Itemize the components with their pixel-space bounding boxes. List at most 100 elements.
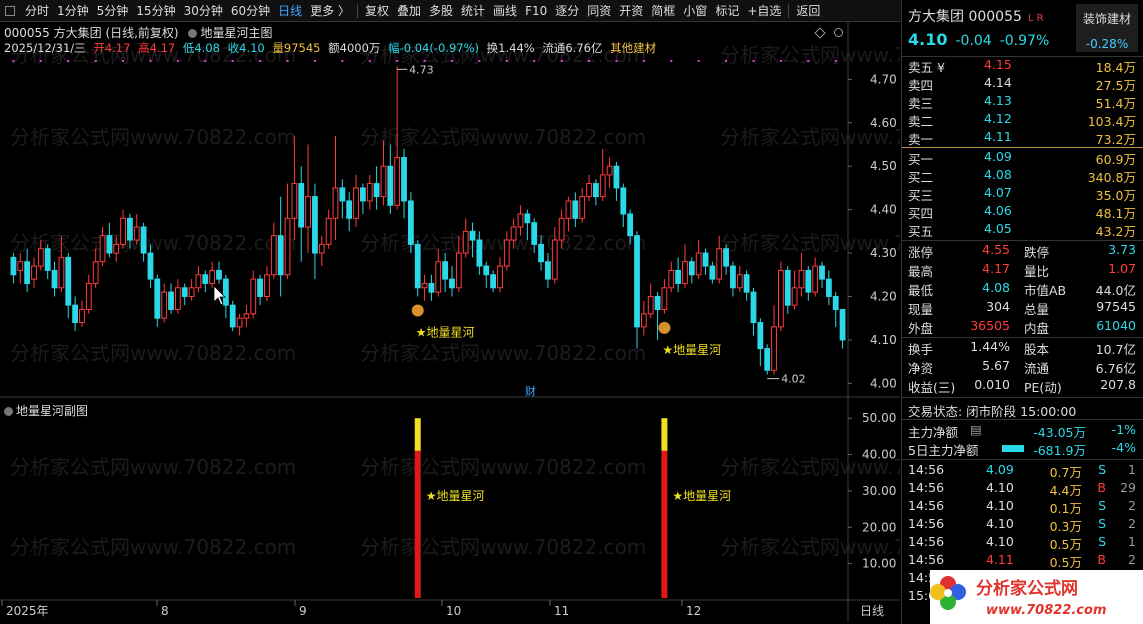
low-label: 4.02	[781, 373, 806, 386]
window-checkbox[interactable]	[5, 5, 15, 16]
y-tick-label: 4.00	[870, 376, 897, 390]
asks-row[interactable]: 卖五 ¥ 4.15 18.4万	[902, 57, 1143, 75]
divider	[902, 459, 1143, 460]
tick-row: 14:56 4.10 0.5万 S 1	[902, 534, 1143, 552]
chart-canvas[interactable]: 分析家公式网www.70822.com 分析家公式网www.70822.com 分析…	[0, 22, 900, 622]
toolbar-item[interactable]: 复权	[361, 0, 393, 22]
toolbar-item[interactable]: 1分钟	[53, 0, 93, 22]
bids-row[interactable]: 买二 4.08 340.8万	[902, 167, 1143, 185]
marker-dot	[697, 60, 700, 62]
watermark-text: 分析家公式网www.70822.com	[360, 125, 646, 149]
candle-body	[428, 282, 435, 293]
x-tick-label: 12	[686, 604, 701, 618]
tick-time: 14:56	[908, 534, 945, 549]
toolbar-item[interactable]: 多股	[425, 0, 457, 22]
candle-body	[517, 213, 524, 228]
toolbar-item[interactable]: 5分钟	[93, 0, 133, 22]
candle-body	[819, 265, 825, 280]
candle-body	[634, 235, 640, 328]
toolbar-item[interactable]: 15分钟	[132, 0, 179, 22]
period-label[interactable]: 日线	[860, 604, 884, 618]
toolbar-item[interactable]: 简框	[647, 0, 679, 22]
bids-row[interactable]: 买一 4.09 60.9万	[902, 149, 1143, 167]
asks-row[interactable]: 卖一 4.11 73.2万	[902, 129, 1143, 147]
toolbar-item[interactable]: 标记	[711, 0, 743, 22]
toolbar-item[interactable]: 分时	[21, 0, 53, 22]
toolbar-item[interactable]: +自选	[743, 0, 785, 22]
asks-row[interactable]: 卖三 4.13 51.4万	[902, 93, 1143, 111]
candle-body	[695, 252, 702, 276]
bar-sector[interactable]: 其他建材	[610, 41, 656, 55]
bids-price: 4.06	[984, 203, 1012, 218]
marker-dot	[752, 60, 755, 62]
candle-body	[92, 261, 99, 284]
y-tick-label: 4.10	[870, 333, 897, 347]
marker-dot	[231, 60, 234, 62]
bids-vol: 60.9万	[1095, 152, 1136, 167]
bar-date: 2025/12/31/三	[4, 41, 86, 55]
toolbar-item[interactable]: 叠加	[393, 0, 425, 22]
candle-body	[825, 278, 832, 297]
bids-row[interactable]: 买四 4.06 48.1万	[902, 203, 1143, 221]
sub-indicator-toggle-icon[interactable]	[4, 407, 13, 416]
quote-title: 方大集团 000055 L R	[908, 6, 1044, 26]
chart-area[interactable]: 分析家公式网www.70822.com 分析家公式网www.70822.com 分析…	[0, 22, 900, 622]
fin-key: 收益(三)	[908, 380, 956, 395]
main-net-row: 主力净额 ▤ -43.05万 -1%	[902, 422, 1143, 440]
main-indicator-name[interactable]: 地量星河主图	[200, 26, 272, 40]
candle-body	[627, 213, 634, 237]
settings-circle-icon[interactable]	[834, 28, 843, 37]
candle-body	[120, 217, 126, 245]
toolbar-item[interactable]: 逐分	[551, 0, 583, 22]
candle-body	[784, 269, 791, 306]
candle-body	[736, 274, 743, 289]
toolbar-item[interactable]: 返回	[792, 0, 824, 22]
divider	[902, 240, 1143, 241]
tick-vol: 4.4万	[1049, 483, 1082, 498]
candle-body	[469, 230, 476, 241]
bar-float: 流通6.76亿	[542, 41, 603, 55]
asks-vol: 18.4万	[1095, 60, 1136, 75]
candle-body	[682, 261, 688, 284]
asks-row[interactable]: 卖二 4.12 103.4万	[902, 111, 1143, 129]
toolbar-item[interactable]: 30分钟	[180, 0, 227, 22]
candle-body	[58, 256, 65, 289]
stat-row: 最高 4.17 量比 1.07	[902, 261, 1143, 279]
bids-row[interactable]: 买三 4.07 35.0万	[902, 185, 1143, 203]
main-net5-value: -681.9万	[1033, 443, 1086, 458]
bids-row[interactable]: 买五 4.05 43.2万	[902, 221, 1143, 239]
toolbar-item[interactable]: 日线	[274, 0, 306, 22]
candle-body	[380, 165, 387, 198]
toolbar-item[interactable]: 60分钟	[227, 0, 274, 22]
toolbar-item[interactable]: 小窗	[679, 0, 711, 22]
stat-key: 最高	[908, 264, 934, 279]
sector-box[interactable]: 装饰建材 -0.28%	[1076, 4, 1138, 52]
finance-marker[interactable]: 财	[525, 384, 536, 398]
quote-panel: 方大集团 000055 L R 装饰建材 -0.28% 4.10 -0.04 -0.97% 卖…	[901, 0, 1143, 624]
candle-body	[154, 278, 161, 319]
sub-indicator-name[interactable]: 地量星河副图	[16, 404, 88, 418]
y-tick-label: 4.20	[870, 289, 897, 303]
toolbar-item[interactable]: 更多 〉	[306, 0, 354, 22]
stat-value: 44.0亿	[1095, 283, 1136, 298]
stat-row: 最低 4.08 市值AB 44.0亿	[902, 280, 1143, 298]
price-row: 4.10 -0.04 -0.97%	[908, 30, 1049, 49]
toolbar-item[interactable]: 画线	[489, 0, 521, 22]
candle-body	[277, 235, 284, 276]
candle-body	[188, 287, 195, 297]
candle-body	[791, 287, 798, 306]
indicator-toggle-icon[interactable]	[188, 29, 198, 38]
toolbar-item[interactable]: 开资	[615, 0, 647, 22]
asks-price: 4.12	[984, 111, 1012, 126]
toolbar-item[interactable]: 同资	[583, 0, 615, 22]
toolbar-item[interactable]: F10	[521, 0, 551, 22]
bids-vol: 48.1万	[1095, 206, 1136, 221]
tick-vol: 0.7万	[1049, 465, 1082, 480]
candle-body	[17, 261, 24, 271]
fin-value: 6.76亿	[1095, 361, 1136, 376]
marker-dot	[341, 60, 344, 62]
main-net5-pct: -4%	[1111, 440, 1136, 455]
asks-row[interactable]: 卖四 4.14 27.5万	[902, 75, 1143, 93]
toolbar-item[interactable]: 统计	[457, 0, 489, 22]
stat-value: 1.07	[1108, 261, 1136, 276]
